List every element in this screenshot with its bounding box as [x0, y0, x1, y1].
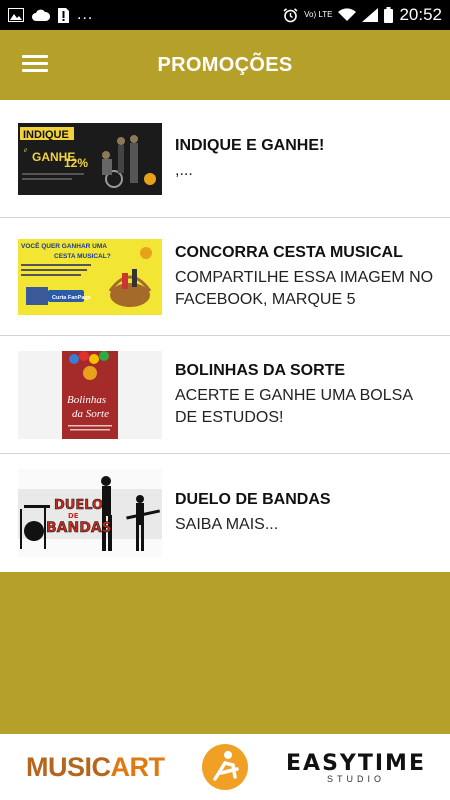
thumb-text-bolinhas-1: Bolinhas [67, 394, 106, 406]
thumb-text-cesta-1: VOCÊ QUER GANHAR UMA [21, 241, 107, 250]
promo-title: BOLINHAS DA SORTE [175, 361, 346, 379]
easytime-logo: EASYTIME STUDIO [286, 750, 426, 784]
promo-desc: ,... [175, 161, 193, 179]
musicart-logo: MUSICART [26, 751, 165, 782]
promo-text: CONCORRA CESTA MUSICAL COMPARTILHE ESSA … [175, 243, 450, 311]
signal-icon [362, 8, 379, 22]
promo-thumbnail-indique: INDIQUE e GANHE 12% [18, 122, 162, 195]
thumb-text-duelo: DUELO [54, 498, 103, 513]
svg-text:e: e [24, 146, 27, 154]
promo-desc: COMPARTILHE ESSA IMAGEM NO FACEBOOK, MAR… [175, 268, 434, 308]
thumb-text-percent: 12% [64, 156, 88, 170]
thumb-text-bolinhas-2: da Sorte [72, 408, 109, 420]
network-label: Vo) LTE [304, 10, 333, 19]
promo-desc: SAIBA MAIS... [175, 516, 279, 533]
cloud-icon [32, 9, 50, 21]
status-left: ... [8, 6, 283, 24]
promo-thumbnail-bolinhas: Bolinhas da Sorte [18, 350, 162, 439]
promo-text: DUELO DE BANDAS SAIBA MAIS... [175, 490, 450, 536]
promo-title: CONCORRA CESTA MUSICAL [175, 243, 403, 261]
menu-icon[interactable] [22, 55, 48, 75]
promotions-list: INDIQUE e GANHE 12% INDIQUE E GANHE! ,..… [0, 100, 450, 572]
thumb-text-cesta-2: CESTA MUSICAL? [54, 253, 111, 260]
more-notifications: ... [77, 6, 94, 23]
promo-thumbnail-cesta: VOCÊ QUER GANHAR UMA CESTA MUSICAL? Curt… [18, 238, 162, 315]
promo-item-bolinhas[interactable]: Bolinhas da Sorte BOLINHAS DA SORTE ACER… [0, 336, 450, 454]
promo-title: INDIQUE E GANHE! [175, 136, 325, 154]
status-bar: ... Vo) LTE 20:52 [0, 0, 450, 30]
alarm-icon [283, 7, 298, 22]
app-bar: PROMOÇÕES [0, 30, 450, 100]
wifi-icon [338, 8, 357, 21]
gallery-icon [8, 8, 24, 22]
thumb-text-indique: INDIQUE [23, 129, 69, 141]
promo-text: BOLINHAS DA SORTE ACERTE E GANHE UMA BOL… [175, 361, 450, 429]
battery-icon [384, 7, 394, 23]
promo-item-duelo[interactable]: DUELO DE BANDAS DUELO DE BANDAS SAIBA MA… [0, 454, 450, 572]
thumb-text-bandas: BANDAS [46, 520, 112, 536]
promo-title: DUELO DE BANDAS [175, 491, 331, 508]
status-right: Vo) LTE 20:52 [283, 5, 442, 25]
thumb-text-fanpage: Curta FanPage [52, 295, 91, 301]
thumb-text-de: DE [68, 512, 79, 520]
promo-text: INDIQUE E GANHE! ,... [175, 136, 450, 182]
clock: 20:52 [399, 5, 442, 24]
page-title: PROMOÇÕES [157, 53, 293, 76]
sim-alert-icon [58, 7, 69, 23]
promo-item-indique[interactable]: INDIQUE e GANHE 12% INDIQUE E GANHE! ,..… [0, 100, 450, 218]
promo-desc: ACERTE E GANHE UMA BOLSA DE ESTUDOS! [175, 386, 413, 426]
footer-sponsors: MUSICART EASYTIME STUDIO [0, 734, 450, 800]
promo-thumbnail-duelo: DUELO DE BANDAS [18, 469, 162, 557]
guitarist-badge-icon [202, 744, 249, 790]
promo-item-cesta[interactable]: VOCÊ QUER GANHAR UMA CESTA MUSICAL? Curt… [0, 218, 450, 336]
